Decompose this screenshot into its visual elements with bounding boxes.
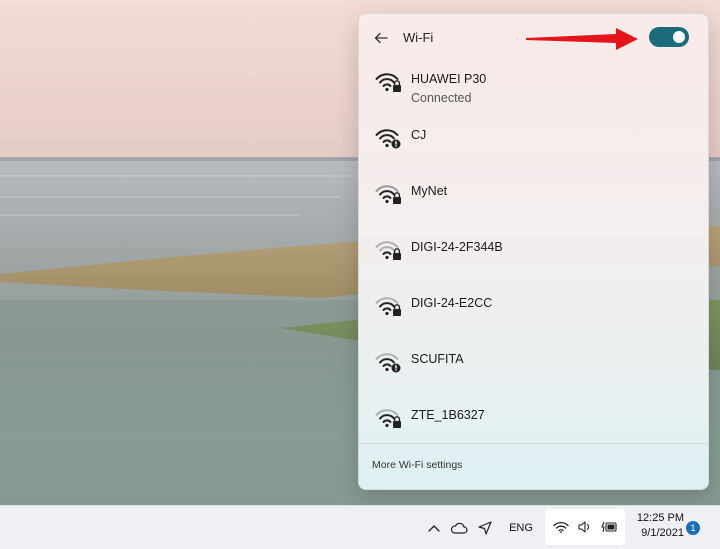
wifi-network-list: HUAWEI P30 Connected CJ MyNet DIGI-24-2F…	[359, 62, 708, 454]
input-language-button[interactable]: ENG	[506, 506, 536, 549]
network-name: SCUFITA	[411, 352, 464, 366]
network-item-digi-24-2f344b[interactable]: DIGI-24-2F344B	[359, 230, 708, 286]
network-item-zte-1b6327[interactable]: ZTE_1B6327	[359, 398, 708, 454]
battery-charging-icon	[601, 521, 617, 533]
back-arrow-icon	[374, 32, 388, 44]
network-name: MyNet	[411, 184, 448, 198]
wifi-icon	[553, 521, 569, 533]
onedrive-button[interactable]	[448, 506, 470, 549]
clock-button[interactable]: 12:25 PM 9/1/2021	[630, 511, 684, 541]
network-name: DIGI-24-2F344B	[411, 240, 503, 254]
location-arrow-icon	[478, 520, 492, 535]
network-name: CJ	[411, 128, 427, 142]
annotation-arrow-icon	[526, 28, 638, 50]
network-item-scufita[interactable]: SCUFITA	[359, 342, 708, 398]
taskbar: ENG 12:25 PM 9/1/2021 1	[0, 505, 720, 549]
show-hidden-icons-button[interactable]	[424, 506, 444, 549]
network-item-cj[interactable]: CJ	[359, 118, 708, 174]
more-wifi-settings-link[interactable]: More Wi-Fi settings	[372, 459, 462, 471]
water-streak	[0, 214, 300, 216]
network-status: Connected	[411, 91, 472, 105]
wifi-toggle-knob	[673, 31, 685, 43]
wifi-flyout-title: Wi-Fi	[403, 30, 434, 45]
wifi-toggle[interactable]	[649, 27, 689, 47]
clock-date: 9/1/2021	[641, 527, 684, 539]
flyout-divider	[359, 443, 708, 444]
volume-icon	[578, 521, 590, 533]
location-button[interactable]	[474, 506, 496, 549]
network-item-digi-24-e2cc[interactable]: DIGI-24-E2CC	[359, 286, 708, 342]
quick-settings-button[interactable]	[545, 509, 625, 545]
network-name: DIGI-24-E2CC	[411, 296, 493, 310]
chevron-up-icon	[428, 524, 440, 532]
network-item-mynet[interactable]: MyNet	[359, 174, 708, 230]
back-button[interactable]	[371, 28, 391, 48]
wifi-lock-icon	[375, 73, 401, 92]
network-name: ZTE_1B6327	[411, 408, 485, 422]
water-streak	[0, 175, 360, 177]
cloud-icon	[450, 522, 468, 534]
network-item-huawei-p30[interactable]: HUAWEI P30 Connected	[359, 62, 708, 118]
wifi-warning-icon	[375, 129, 401, 149]
wifi-warning-icon	[375, 353, 401, 373]
wifi-lock-icon	[375, 409, 401, 428]
notification-badge[interactable]: 1	[686, 521, 700, 535]
network-name: HUAWEI P30	[411, 72, 487, 86]
water-streak	[0, 196, 340, 198]
wifi-lock-icon	[375, 297, 401, 316]
wifi-flyout: Wi-Fi HUAWEI P30 Connected CJ MyNet DIGI…	[358, 13, 709, 490]
wifi-lock-icon	[375, 241, 401, 260]
clock-time: 12:25 PM	[636, 512, 684, 524]
wifi-lock-icon	[375, 185, 401, 204]
